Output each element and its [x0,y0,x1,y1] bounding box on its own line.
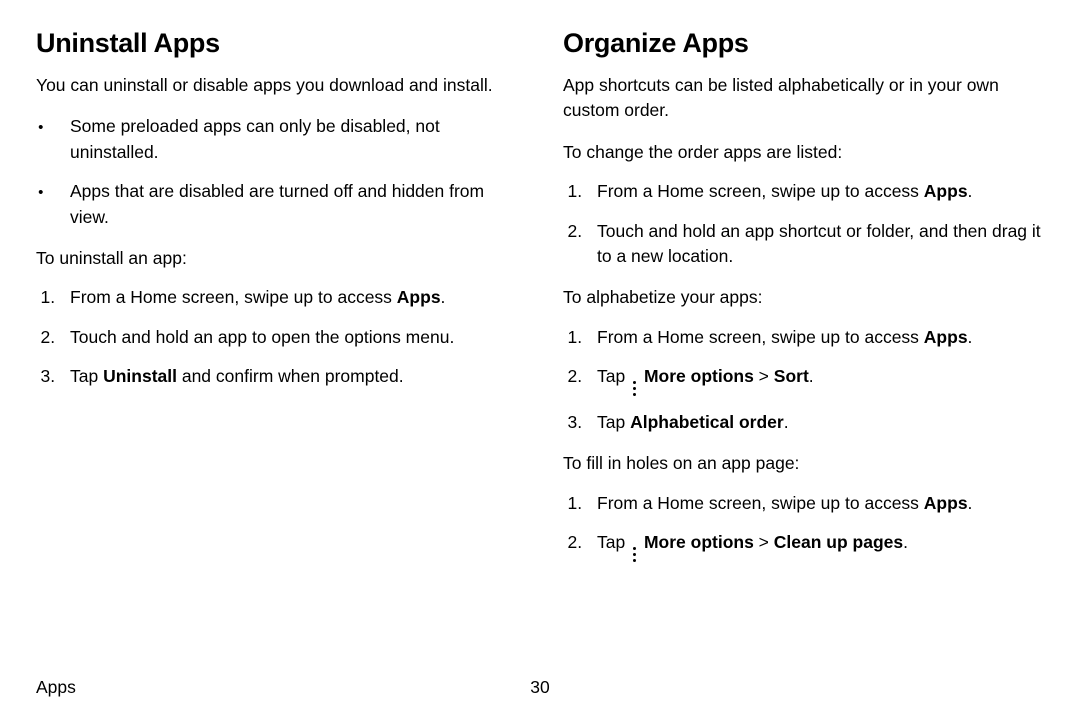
organize-subhead-1: To change the order apps are listed: [563,140,1044,165]
list-item: Tap Uninstall and confirm when prompted. [60,364,517,389]
bold-text: Alphabetical order [630,412,784,432]
bold-text: Apps [397,287,441,307]
step-text: > [754,366,774,386]
bold-text: Apps [924,181,968,201]
bold-text: More options [644,532,754,552]
footer-page-number: 30 [530,677,549,698]
content-columns: Uninstall Apps You can uninstall or disa… [36,28,1044,578]
list-item: Apps that are disabled are turned off an… [60,179,517,230]
list-item: From a Home screen, swipe up to access A… [60,285,517,310]
organize-steps-1: From a Home screen, swipe up to access A… [563,179,1044,269]
organize-heading: Organize Apps [563,28,1044,59]
list-item: From a Home screen, swipe up to access A… [587,325,1044,350]
footer-section-label: Apps [36,677,76,698]
bold-text: Sort [774,366,809,386]
step-text: . [809,366,814,386]
list-item: Tap Alphabetical order. [587,410,1044,435]
organize-subhead-2: To alphabetize your apps: [563,285,1044,310]
step-text: . [968,181,973,201]
step-text: . [784,412,789,432]
list-item: From a Home screen, swipe up to access A… [587,491,1044,516]
step-text: Tap [597,366,630,386]
step-text: From a Home screen, swipe up to access [597,327,924,347]
bold-text: Apps [924,327,968,347]
list-item: Tap More options > Clean up pages. [587,530,1044,562]
page-footer: Apps 30 [36,677,1044,698]
uninstall-intro: You can uninstall or disable apps you do… [36,73,517,98]
step-text: . [441,287,446,307]
list-item: From a Home screen, swipe up to access A… [587,179,1044,204]
list-item: Touch and hold an app shortcut or folder… [587,219,1044,270]
step-text: > [754,532,774,552]
right-column: Organize Apps App shortcuts can be liste… [563,28,1044,578]
uninstall-subhead: To uninstall an app: [36,246,517,271]
left-column: Uninstall Apps You can uninstall or disa… [36,28,517,578]
step-text: Tap [70,366,103,386]
organize-intro: App shortcuts can be listed alphabetical… [563,73,1044,124]
bold-text: Uninstall [103,366,177,386]
step-text: Tap [597,532,630,552]
organize-subhead-3: To fill in holes on an app page: [563,451,1044,476]
organize-steps-3: From a Home screen, swipe up to access A… [563,491,1044,562]
more-options-icon [631,381,637,396]
step-text: . [968,327,973,347]
step-text: From a Home screen, swipe up to access [597,493,924,513]
step-text: From a Home screen, swipe up to access [70,287,397,307]
step-text: Tap [597,412,630,432]
step-text: . [903,532,908,552]
step-text: From a Home screen, swipe up to access [597,181,924,201]
organize-steps-2: From a Home screen, swipe up to access A… [563,325,1044,436]
list-item: Tap More options > Sort. [587,364,1044,396]
bold-text: Clean up pages [774,532,903,552]
uninstall-steps: From a Home screen, swipe up to access A… [36,285,517,389]
list-item: Touch and hold an app to open the option… [60,325,517,350]
uninstall-heading: Uninstall Apps [36,28,517,59]
step-text: and confirm when prompted. [177,366,404,386]
list-item: Some preloaded apps can only be disabled… [60,114,517,165]
step-text: . [968,493,973,513]
uninstall-bullets: Some preloaded apps can only be disabled… [36,114,517,230]
more-options-icon [631,547,637,562]
bold-text: More options [644,366,754,386]
bold-text: Apps [924,493,968,513]
